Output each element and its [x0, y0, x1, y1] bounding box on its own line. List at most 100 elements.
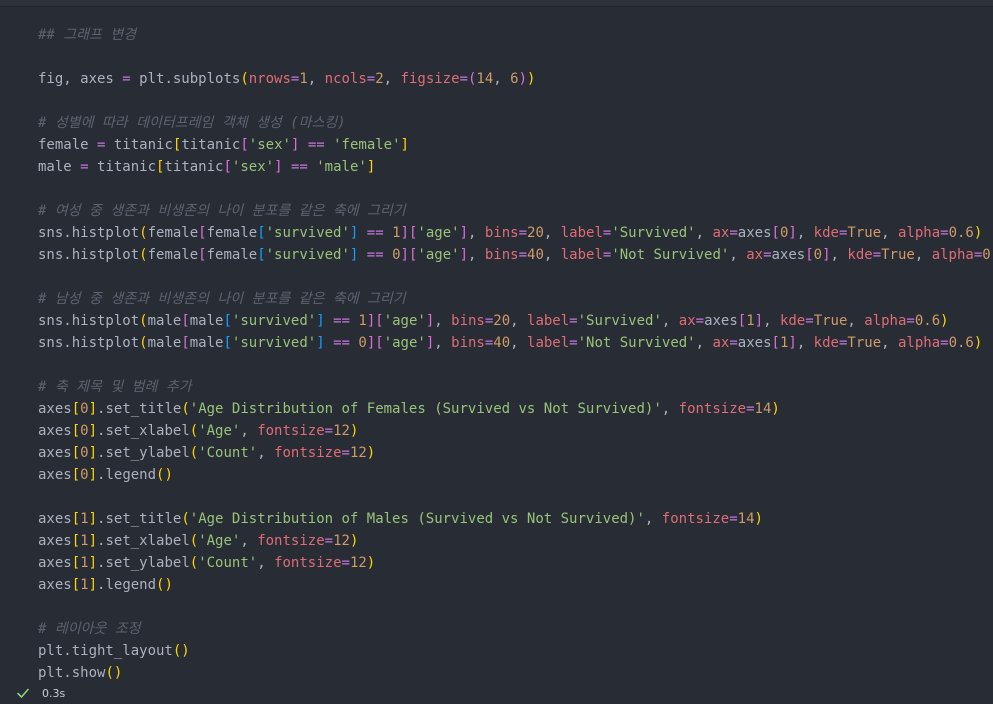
code-line[interactable]	[38, 596, 993, 618]
code-token: ]	[822, 247, 831, 263]
code-token: ,	[257, 555, 275, 571]
code-token: titanic	[88, 159, 157, 175]
code-line[interactable]: axes[0].set_ylabel('Count', fontsize=12)	[38, 442, 993, 464]
code-line[interactable]: sns.histplot(female[female['survived'] =…	[38, 222, 993, 244]
code-token: male	[189, 335, 224, 351]
code-token: kde	[813, 335, 839, 351]
code-token: 40	[493, 335, 511, 351]
code-line[interactable]: male = titanic[titanic['sex'] == 'male']	[38, 156, 993, 178]
code-token: 'Not Survived'	[577, 335, 696, 351]
code-line[interactable]: axes[0].set_title('Age Distribution of F…	[38, 398, 993, 420]
code-token: ==	[333, 313, 350, 329]
code-token: ]	[459, 225, 468, 241]
code-line[interactable]: # 축 제목 및 범례 추가	[38, 376, 993, 398]
code-line[interactable]: female = titanic[titanic['sex'] == 'fema…	[38, 134, 993, 156]
code-token: [	[771, 335, 780, 351]
code-line[interactable]	[38, 46, 993, 68]
code-token: True	[847, 225, 882, 241]
code-token: ,	[914, 247, 932, 263]
code-token: 1	[80, 555, 89, 571]
code-token: ]	[88, 577, 98, 593]
code-line[interactable]	[38, 266, 993, 288]
code-line[interactable]: axes[1].legend()	[38, 574, 993, 596]
code-token: alpha	[897, 335, 941, 351]
check-icon	[17, 688, 29, 698]
code-token: ]	[754, 313, 764, 329]
code-token: ]	[788, 225, 797, 241]
code-token: True	[881, 247, 915, 263]
code-line[interactable]: fig, axes = plt.subplots(nrows=1, ncols=…	[38, 68, 993, 90]
code-line[interactable]	[38, 486, 993, 508]
code-token: True	[847, 335, 882, 351]
code-line[interactable]: sns.histplot(male[male['survived'] == 0]…	[38, 332, 993, 354]
code-token: =	[729, 335, 738, 351]
code-token: .set_xlabel	[97, 533, 190, 549]
code-token: =	[906, 313, 915, 329]
code-line[interactable]: sns.histplot(male[male['survived'] == 1]…	[38, 310, 993, 332]
code-token: [	[223, 159, 232, 175]
code-line[interactable]: plt.tight_layout()	[38, 640, 993, 662]
code-token: 0	[358, 335, 367, 351]
code-line[interactable]: # 여성 중 생존과 비생존의 나이 분포를 같은 축에 그리기	[38, 200, 993, 222]
code-line[interactable]	[38, 90, 993, 112]
code-token: ()	[172, 643, 190, 659]
code-token: ax	[746, 247, 764, 263]
code-line[interactable]: plt.show()	[38, 662, 993, 684]
code-token: 'Age'	[198, 533, 241, 549]
code-token: =	[518, 247, 528, 263]
code-token: 0	[80, 423, 89, 439]
code-line[interactable]	[38, 178, 993, 200]
code-token: )	[366, 555, 376, 571]
code-token: [	[198, 225, 207, 241]
code-line[interactable]: axes[1].set_xlabel('Age', fontsize=12)	[38, 530, 993, 552]
code-token: ]	[366, 159, 376, 175]
code-token: =	[569, 313, 578, 329]
code-line[interactable]: axes[0].legend()	[38, 464, 993, 486]
code-token: .set_ylabel	[97, 445, 190, 461]
code-token: ==	[366, 247, 384, 263]
code-token: kde	[813, 225, 839, 241]
code-token: 'age'	[417, 247, 460, 263]
code-token: fontsize	[678, 401, 747, 417]
code-token: [	[71, 533, 81, 549]
code-token: .set_title	[97, 511, 182, 527]
code-token: [	[71, 423, 81, 439]
code-line[interactable]	[38, 354, 993, 376]
code-line[interactable]: # 성별에 따라 데이터프레임 객체 생성 (마스킹)	[38, 112, 993, 134]
code-line[interactable]: axes[1].set_title('Age Distribution of M…	[38, 508, 993, 530]
code-editor[interactable]: ## 그래프 변경 fig, axes = plt.subplots(nrows…	[38, 24, 993, 684]
code-token: ,	[240, 533, 258, 549]
code-token: )	[771, 401, 780, 417]
code-token: alpha	[931, 247, 974, 263]
code-token: 1	[299, 71, 308, 87]
code-token: 0.6	[914, 313, 941, 329]
code-token: ]	[459, 247, 468, 263]
code-cell[interactable]: ## 그래프 변경 fig, axes = plt.subplots(nrows…	[0, 7, 993, 704]
code-line[interactable]: ## 그래프 변경	[38, 24, 993, 46]
code-token: ,	[661, 401, 679, 417]
code-token: (	[181, 401, 190, 417]
code-token: =	[746, 401, 755, 417]
code-line[interactable]: axes[0].set_xlabel('Age', fontsize=12)	[38, 420, 993, 442]
code-token: 'Not Survived'	[611, 247, 730, 263]
code-line[interactable]: sns.histplot(female[female['survived'] =…	[38, 244, 993, 266]
code-token: 0	[392, 247, 401, 263]
code-token: ,	[796, 225, 814, 241]
code-token: =	[366, 71, 376, 87]
code-token: 12	[333, 423, 350, 439]
code-line[interactable]: # 남성 중 생존과 비생존의 나이 분포를 같은 축에 그리기	[38, 288, 993, 310]
code-token: ,	[695, 225, 713, 241]
code-token: ,	[661, 313, 679, 329]
code-token: (	[139, 225, 148, 241]
code-line[interactable]: # 레이아웃 조정	[38, 618, 993, 640]
code-token: ,	[468, 225, 485, 241]
code-token: 12	[349, 445, 367, 461]
code-token: [	[257, 247, 266, 263]
code-token: 'survived'	[265, 225, 350, 241]
code-token: male	[147, 335, 182, 351]
code-line[interactable]: axes[1].set_ylabel('Count', fontsize=12)	[38, 552, 993, 574]
